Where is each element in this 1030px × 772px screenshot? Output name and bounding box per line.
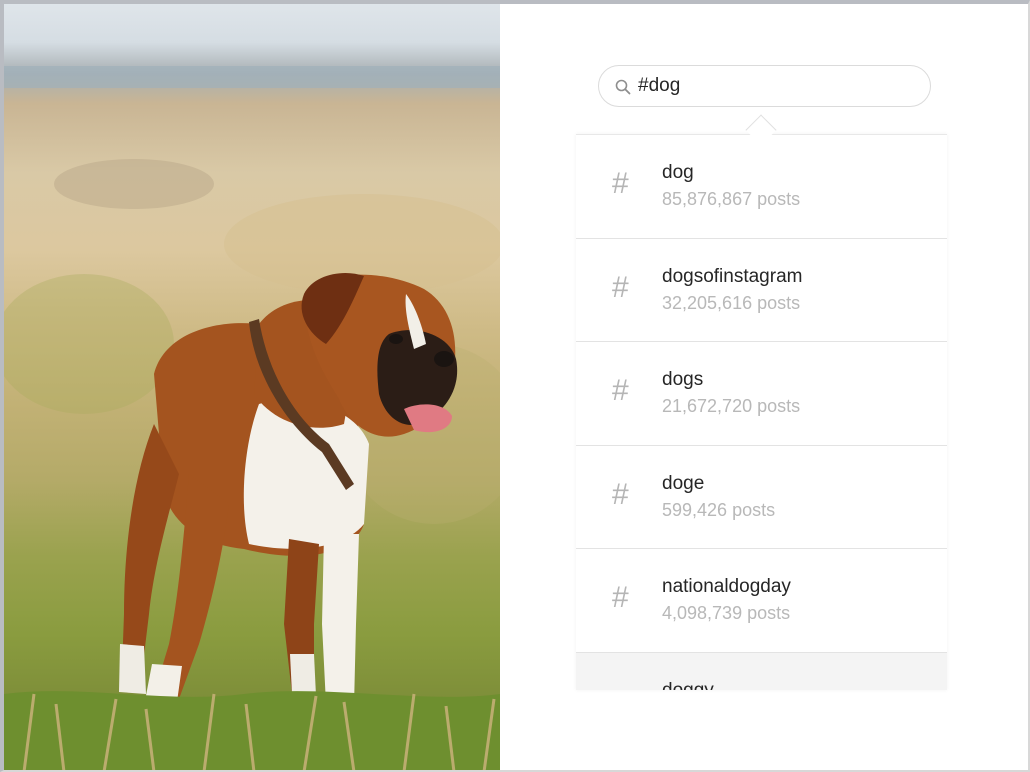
- search-icon: [615, 79, 631, 95]
- search-results-dropdown: # dog 85,876,867 posts # dogsofinstagram…: [576, 134, 947, 690]
- hashtag-name: doggy: [662, 679, 714, 691]
- search-panel: # dog 85,876,867 posts # dogsofinstagram…: [500, 4, 1028, 770]
- hashtag-post-count: 599,426 posts: [662, 499, 776, 520]
- hashtag-result-doggy[interactable]: # doggy: [576, 652, 947, 691]
- hashtag-result-dogsofinstagram[interactable]: # dogsofinstagram 32,205,616 posts: [576, 239, 947, 342]
- search-input[interactable]: [638, 66, 918, 106]
- hashtag-icon: #: [612, 374, 629, 407]
- app-window: # dog 85,876,867 posts # dogsofinstagram…: [0, 0, 1030, 772]
- hashtag-result-dogs[interactable]: # dogs 21,672,720 posts: [576, 342, 947, 446]
- hashtag-post-count: 85,876,867 posts: [662, 189, 801, 209]
- hashtag-icon: #: [612, 270, 629, 304]
- hashtag-name: doge: [662, 472, 705, 494]
- hashtag-name: dogsofinstagram: [662, 265, 803, 287]
- hashtag-result-dog[interactable]: # dog 85,876,867 posts: [576, 135, 947, 239]
- hashtag-post-count: 21,672,720 posts: [662, 396, 801, 416]
- hashtag-post-count: 32,205,616 posts: [662, 292, 801, 313]
- search-box[interactable]: [598, 65, 931, 107]
- hashtag-icon: #: [612, 167, 629, 200]
- hashtag-name: dogs: [662, 369, 704, 390]
- hashtag-icon: #: [612, 581, 629, 614]
- hashtag-name: nationaldogday: [662, 576, 791, 597]
- hashtag-icon: #: [612, 685, 629, 691]
- dog-photo: [4, 4, 500, 770]
- hashtag-result-doge[interactable]: # doge 599,426 posts: [576, 446, 947, 549]
- dog-photo-illustration: [4, 66, 500, 770]
- hashtag-name: dog: [662, 162, 694, 183]
- hashtag-post-count: 4,098,739 posts: [662, 603, 791, 623]
- hashtag-result-nationaldogday[interactable]: # nationaldogday 4,098,739 posts: [576, 549, 947, 653]
- hashtag-icon: #: [612, 477, 629, 511]
